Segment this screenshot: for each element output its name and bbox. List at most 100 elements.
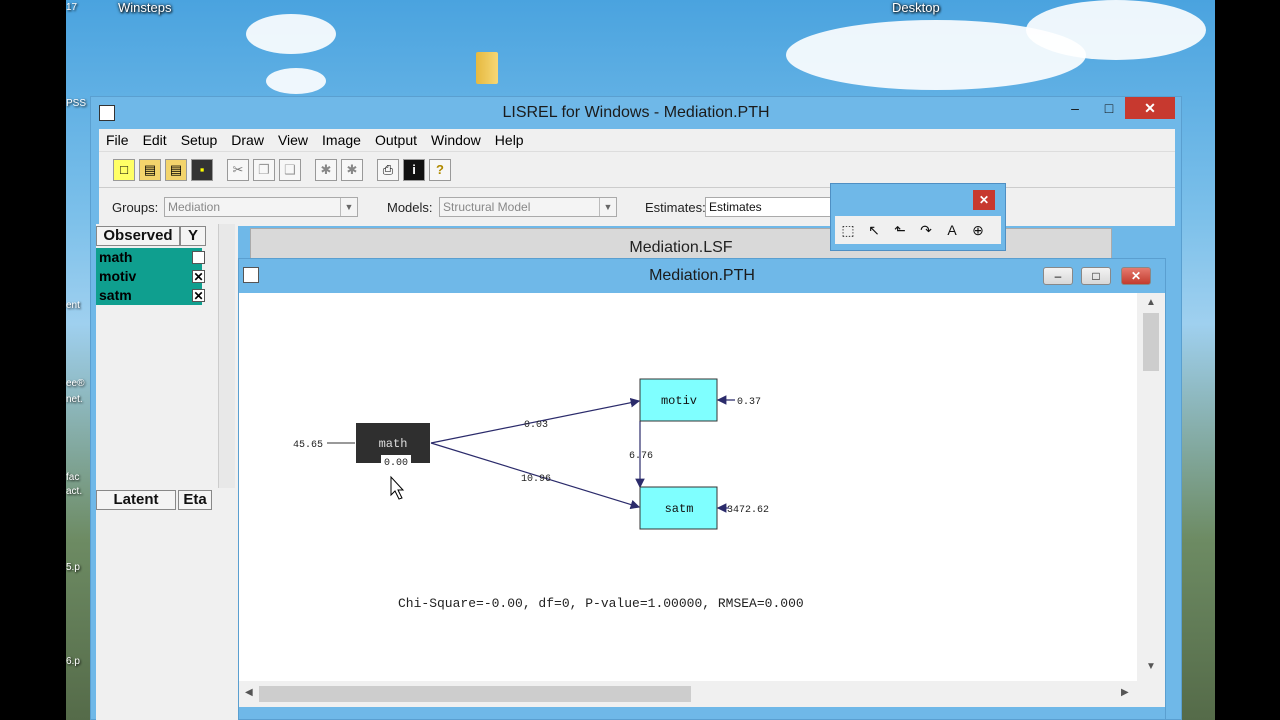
desktop-icon-text[interactable]: 17 <box>66 2 77 13</box>
palette-close-button[interactable]: ✕ <box>973 190 995 210</box>
models-select[interactable]: Structural Model ▼ <box>439 197 617 217</box>
window-titlebar[interactable]: LISREL for Windows - Mediation.PTH – □ ✕ <box>91 97 1181 129</box>
cut-icon[interactable]: ✂ <box>227 159 249 181</box>
run2-icon[interactable]: ✱ <box>341 159 363 181</box>
scroll-up-icon[interactable]: ▲ <box>1146 297 1156 308</box>
pth-child-window: Mediation.PTH – □ ✕ math motiv satm 45.6… <box>238 258 1166 720</box>
toolbar: □ ▤ ▤ ▪ ✂ ❐ ❑ ✱ ✱ ⎙ i ? <box>99 151 1175 188</box>
info-icon[interactable]: i <box>403 159 425 181</box>
minimize-button[interactable]: – <box>1057 97 1093 119</box>
y-header[interactable]: Y <box>180 226 206 246</box>
pth-window-title: Mediation.PTH <box>649 267 755 284</box>
window-title: LISREL for Windows - Mediation.PTH <box>502 104 770 121</box>
estimates-select[interactable]: Estimates <box>705 197 831 217</box>
options-bar: Groups: Mediation ▼ Models: Structural M… <box>99 187 1175 226</box>
desktop-icon-text[interactable]: act. <box>66 486 82 497</box>
y-checkbox-satm[interactable]: ✕ <box>192 289 205 302</box>
math-variance-value[interactable]: 45.65 <box>293 440 323 451</box>
new-icon[interactable]: □ <box>113 159 135 181</box>
variables-panel: Observed Y math motiv ✕ satm ✕ Latent Et… <box>96 224 238 720</box>
help-icon[interactable]: ? <box>429 159 451 181</box>
open-folder-icon[interactable]: ▤ <box>165 159 187 181</box>
mouse-cursor-icon <box>390 475 405 500</box>
error-satm-value[interactable]: 3472.62 <box>727 505 769 516</box>
observed-header[interactable]: Observed <box>96 226 180 246</box>
menu-output[interactable]: Output <box>368 129 424 151</box>
menu-file[interactable]: File <box>99 129 136 151</box>
cloud <box>1026 0 1206 60</box>
save-icon[interactable]: ▪ <box>191 159 213 181</box>
observed-variable-satm[interactable]: satm <box>96 286 180 305</box>
path-arrow-icon[interactable]: ⬑ <box>888 218 912 242</box>
menu-help[interactable]: Help <box>488 129 531 151</box>
scroll-right-icon[interactable]: ▶ <box>1121 687 1129 698</box>
desktop-label-desktop[interactable]: Desktop <box>892 0 940 15</box>
pth-close-button[interactable]: ✕ <box>1121 267 1151 285</box>
coef-math-motiv[interactable]: 0.03 <box>524 420 548 431</box>
node-motiv-label: motiv <box>661 394 697 408</box>
math-small-value[interactable]: 0.00 <box>384 458 408 469</box>
text-tool-icon[interactable]: A <box>940 218 964 242</box>
menu-draw[interactable]: Draw <box>224 129 271 151</box>
vertical-scroll-thumb[interactable] <box>1143 313 1159 371</box>
close-button[interactable]: ✕ <box>1125 97 1175 119</box>
pth-minimize-button[interactable]: – <box>1043 267 1073 285</box>
menu-image[interactable]: Image <box>315 129 368 151</box>
groups-select[interactable]: Mediation ▼ <box>164 197 358 217</box>
zoom-icon[interactable]: ⊕ <box>966 218 990 242</box>
desktop-icon-text[interactable]: 6.p <box>66 656 80 667</box>
chevron-down-icon[interactable]: ▼ <box>599 198 616 216</box>
groups-value: Mediation <box>168 200 221 214</box>
path-diagram-canvas[interactable]: math motiv satm 45.65 0.00 0.03 10.96 6.… <box>239 293 1137 681</box>
y-checkbox-math[interactable] <box>192 251 205 264</box>
eta-header[interactable]: Eta <box>178 490 212 510</box>
open-icon[interactable]: ▤ <box>139 159 161 181</box>
menu-edit[interactable]: Edit <box>136 129 174 151</box>
pth-maximize-button[interactable]: □ <box>1081 267 1111 285</box>
variables-scrollbar[interactable] <box>218 224 235 488</box>
fit-statistics: Chi-Square=-0.00, df=0, P-value=1.00000,… <box>398 596 804 611</box>
observed-variable-motiv[interactable]: motiv <box>96 267 180 286</box>
coef-motiv-satm[interactable]: 6.76 <box>629 451 653 462</box>
node-satm-label: satm <box>665 502 694 516</box>
vertical-scrollbar[interactable]: ▲ ▼ <box>1137 293 1165 681</box>
desktop-label-winsteps[interactable]: Winsteps <box>118 0 171 15</box>
cloud <box>266 68 326 94</box>
desktop-icon-text[interactable]: fac <box>66 472 79 483</box>
observed-variable-math[interactable]: math <box>96 248 180 267</box>
desktop-icon-text[interactable]: 5.p <box>66 562 80 573</box>
latent-header[interactable]: Latent <box>96 490 176 510</box>
path-diagram[interactable]: math motiv satm 45.65 0.00 0.03 10.96 6.… <box>239 293 1137 681</box>
desktop-icon-text[interactable]: net. <box>66 394 83 405</box>
run-icon[interactable]: ✱ <box>315 159 337 181</box>
estimates-value: Estimates <box>709 200 762 214</box>
curved-arrow-icon[interactable]: ↷ <box>914 218 938 242</box>
arrow-pointer-icon[interactable]: ↖ <box>862 218 886 242</box>
scroll-left-icon[interactable]: ◀ <box>245 687 253 698</box>
app-icon[interactable] <box>99 105 115 121</box>
horizontal-scroll-thumb[interactable] <box>259 686 691 702</box>
groups-label: Groups: <box>112 200 159 215</box>
menu-bar: File Edit Setup Draw View Image Output Window He… <box>99 129 1175 151</box>
y-checkbox-motiv[interactable]: ✕ <box>192 270 205 283</box>
menu-window[interactable]: Window <box>424 129 488 151</box>
estimates-label: Estimates: <box>645 200 706 215</box>
copy-icon[interactable]: ❐ <box>253 159 275 181</box>
menu-setup[interactable]: Setup <box>174 129 225 151</box>
horizontal-scrollbar[interactable]: ◀ ▶ <box>239 681 1165 707</box>
error-motiv-value[interactable]: 0.37 <box>737 397 761 408</box>
folder-icon[interactable] <box>476 52 498 84</box>
desktop-icon-text[interactable]: ent <box>66 300 80 311</box>
desktop-icon-text[interactable]: PSS <box>66 98 86 109</box>
desktop-icon-text[interactable]: ee® <box>66 378 85 389</box>
maximize-button[interactable]: □ <box>1091 97 1127 119</box>
node-math-label: math <box>379 437 408 451</box>
menu-view[interactable]: View <box>271 129 315 151</box>
scroll-down-icon[interactable]: ▼ <box>1146 661 1156 672</box>
select-rectangle-icon[interactable]: ⬚ <box>836 218 860 242</box>
chevron-down-icon[interactable]: ▼ <box>340 198 357 216</box>
paste-icon[interactable]: ❑ <box>279 159 301 181</box>
drawing-tools-palette: ✕ ⬚ ↖ ⬑ ↷ A ⊕ <box>830 183 1006 251</box>
print-icon[interactable]: ⎙ <box>377 159 399 181</box>
coef-math-satm[interactable]: 10.96 <box>521 474 551 485</box>
